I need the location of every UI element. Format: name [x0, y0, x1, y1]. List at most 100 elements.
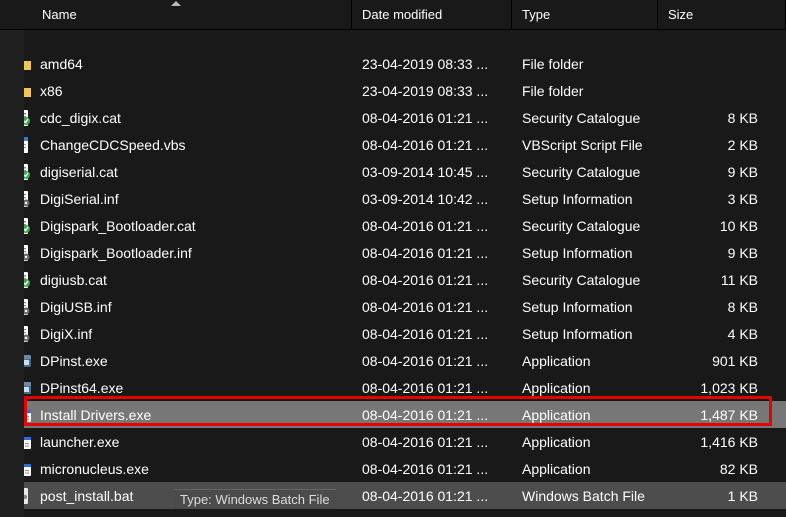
file-row[interactable]: post_install.bat 08-04-2016 01:21 ...Wind…: [0, 482, 786, 509]
file-name-label: Install Drivers.exe: [40, 407, 151, 423]
file-name-cell: Digispark_Bootloader.inf: [14, 244, 352, 262]
file-name-cell: DPinst.exe: [14, 352, 352, 370]
file-size-cell: 1 KB: [658, 488, 786, 504]
file-name-label: digiusb.cat: [40, 272, 107, 288]
file-name-cell: Digispark_Bootloader.cat: [14, 217, 352, 235]
file-size-cell: 2 KB: [658, 137, 786, 153]
file-type-cell: Setup Information: [512, 191, 658, 207]
file-size-cell: 1,487 KB: [658, 407, 786, 423]
file-size-cell: 1,416 KB: [658, 434, 786, 450]
column-header-type-label: Type: [522, 7, 550, 22]
file-name-cell: amd64: [14, 55, 352, 73]
file-type-cell: Setup Information: [512, 299, 658, 315]
file-name-cell: DigiSerial.inf: [14, 190, 352, 208]
file-date-cell: 23-04-2019 08:33 ...: [352, 56, 512, 72]
file-date-cell: 08-04-2016 01:21 ...: [352, 245, 512, 261]
file-size-cell: 82 KB: [658, 461, 786, 477]
file-size-cell: 9 KB: [658, 245, 786, 261]
file-type-cell: Application: [512, 434, 658, 450]
file-row[interactable]: DigiUSB.inf08-04-2016 01:21 ...Setup Inf…: [0, 293, 786, 320]
file-name-label: digiserial.cat: [40, 164, 118, 180]
file-row[interactable]: digiserial.cat 03-09-2014 10:45 ...Securi…: [0, 158, 786, 185]
file-size-cell: 901 KB: [658, 353, 786, 369]
column-header-name[interactable]: Name: [0, 0, 352, 29]
file-row[interactable]: ChangeCDCSpeed.vbs 08-04-2016 01:21 ...VB…: [0, 131, 786, 158]
file-row[interactable]: DigiX.inf08-04-2016 01:21 ...Setup Infor…: [0, 320, 786, 347]
file-row[interactable]: DPinst.exe 08-04-2016 01:21 ...Applicatio…: [0, 347, 786, 374]
file-date-cell: 08-04-2016 01:21 ...: [352, 461, 512, 477]
file-date-cell: 08-04-2016 01:21 ...: [352, 353, 512, 369]
file-name-cell: DPinst64.exe: [14, 379, 352, 397]
file-row[interactable]: DigiSerial.inf03-09-2014 10:42 ...Setup …: [0, 185, 786, 212]
file-name-cell: micronucleus.exe: [14, 460, 352, 478]
file-name-cell: DigiUSB.inf: [14, 298, 352, 316]
file-list: amd6423-04-2019 08:33 ...File folderx862…: [0, 30, 786, 509]
file-name-label: micronucleus.exe: [40, 461, 149, 477]
file-type-cell: Security Catalogue: [512, 218, 658, 234]
file-name-cell: Install Drivers.exe: [14, 406, 352, 424]
file-date-cell: 08-04-2016 01:21 ...: [352, 434, 512, 450]
file-size-cell: 10 KB: [658, 218, 786, 234]
file-row[interactable]: x8623-04-2019 08:33 ...File folder: [0, 77, 786, 104]
file-row[interactable]: amd64 23-04-2019 08:33 ...File folder: [0, 50, 786, 77]
file-name-label: post_install.bat: [40, 488, 133, 504]
file-row[interactable]: micronucleus.exe 08-04-2016 01:21 ...Appl…: [0, 455, 786, 482]
file-date-cell: 08-04-2016 01:21 ...: [352, 488, 512, 504]
sort-ascending-icon: [171, 1, 181, 6]
file-size-cell: 9 KB: [658, 164, 786, 180]
column-header-size-label: Size: [668, 7, 693, 22]
file-name-cell: x86: [14, 82, 352, 100]
file-name-cell: DigiX.inf: [14, 325, 352, 343]
file-size-cell: 4 KB: [658, 326, 786, 342]
hover-tooltip: Type: Windows Batch File: [174, 489, 336, 509]
file-name-cell: ChangeCDCSpeed.vbs: [14, 136, 352, 154]
file-date-cell: 08-04-2016 01:21 ...: [352, 218, 512, 234]
file-row[interactable]: Install Drivers.exe 08-04-2016 01:21 ...A…: [0, 401, 786, 428]
column-header-row: Name Date modified Type Size: [0, 0, 786, 30]
file-type-cell: File folder: [512, 83, 658, 99]
file-date-cell: 03-09-2014 10:45 ...: [352, 164, 512, 180]
file-date-cell: 08-04-2016 01:21 ...: [352, 380, 512, 396]
file-name-cell: launcher.exe: [14, 433, 352, 451]
file-type-cell: Application: [512, 353, 658, 369]
file-type-cell: VBScript Script File: [512, 137, 658, 153]
file-date-cell: 23-04-2019 08:33 ...: [352, 83, 512, 99]
column-header-type[interactable]: Type: [512, 0, 658, 29]
file-name-label: ChangeCDCSpeed.vbs: [40, 137, 186, 153]
file-row[interactable]: DPinst64.exe 08-04-2016 01:21 ...Applicat…: [0, 374, 786, 401]
file-type-cell: Security Catalogue: [512, 272, 658, 288]
file-type-cell: Setup Information: [512, 245, 658, 261]
column-header-size[interactable]: Size: [658, 0, 786, 29]
file-name-cell: digiserial.cat: [14, 163, 352, 181]
file-row[interactable]: Digispark_Bootloader.cat08-04-2016 01:21…: [0, 212, 786, 239]
left-margin-strip: [0, 30, 24, 517]
file-row[interactable]: cdc_digix.cat08-04-2016 01:21 ...Securit…: [0, 104, 786, 131]
file-name-label: amd64: [40, 56, 83, 72]
file-name-label: Digispark_Bootloader.inf: [40, 245, 192, 261]
file-type-cell: File folder: [512, 56, 658, 72]
file-type-cell: Application: [512, 461, 658, 477]
file-type-cell: Application: [512, 407, 658, 423]
file-type-cell: Application: [512, 380, 658, 396]
file-size-cell: 3 KB: [658, 191, 786, 207]
file-type-cell: Windows Batch File: [512, 488, 658, 504]
file-name-cell: cdc_digix.cat: [14, 109, 352, 127]
file-date-cell: 08-04-2016 01:21 ...: [352, 407, 512, 423]
file-date-cell: 08-04-2016 01:21 ...: [352, 299, 512, 315]
file-type-cell: Setup Information: [512, 326, 658, 342]
file-name-label: DPinst64.exe: [40, 380, 123, 396]
file-type-cell: Security Catalogue: [512, 164, 658, 180]
column-header-date-label: Date modified: [362, 7, 442, 22]
file-name-label: DigiSerial.inf: [40, 191, 119, 207]
hover-tooltip-text: Type: Windows Batch File: [180, 492, 330, 507]
file-size-cell: 8 KB: [658, 299, 786, 315]
file-name-label: DigiX.inf: [40, 326, 92, 342]
column-header-name-label: Name: [42, 7, 77, 22]
file-row[interactable]: launcher.exe08-04-2016 01:21 ...Applicat…: [0, 428, 786, 455]
file-row[interactable]: Digispark_Bootloader.inf 08-04-2016 01:21…: [0, 239, 786, 266]
file-type-cell: Security Catalogue: [512, 110, 658, 126]
file-date-cell: 08-04-2016 01:21 ...: [352, 137, 512, 153]
file-name-label: DPinst.exe: [40, 353, 108, 369]
file-row[interactable]: digiusb.cat08-04-2016 01:21 ...Security …: [0, 266, 786, 293]
column-header-date[interactable]: Date modified: [352, 0, 512, 29]
